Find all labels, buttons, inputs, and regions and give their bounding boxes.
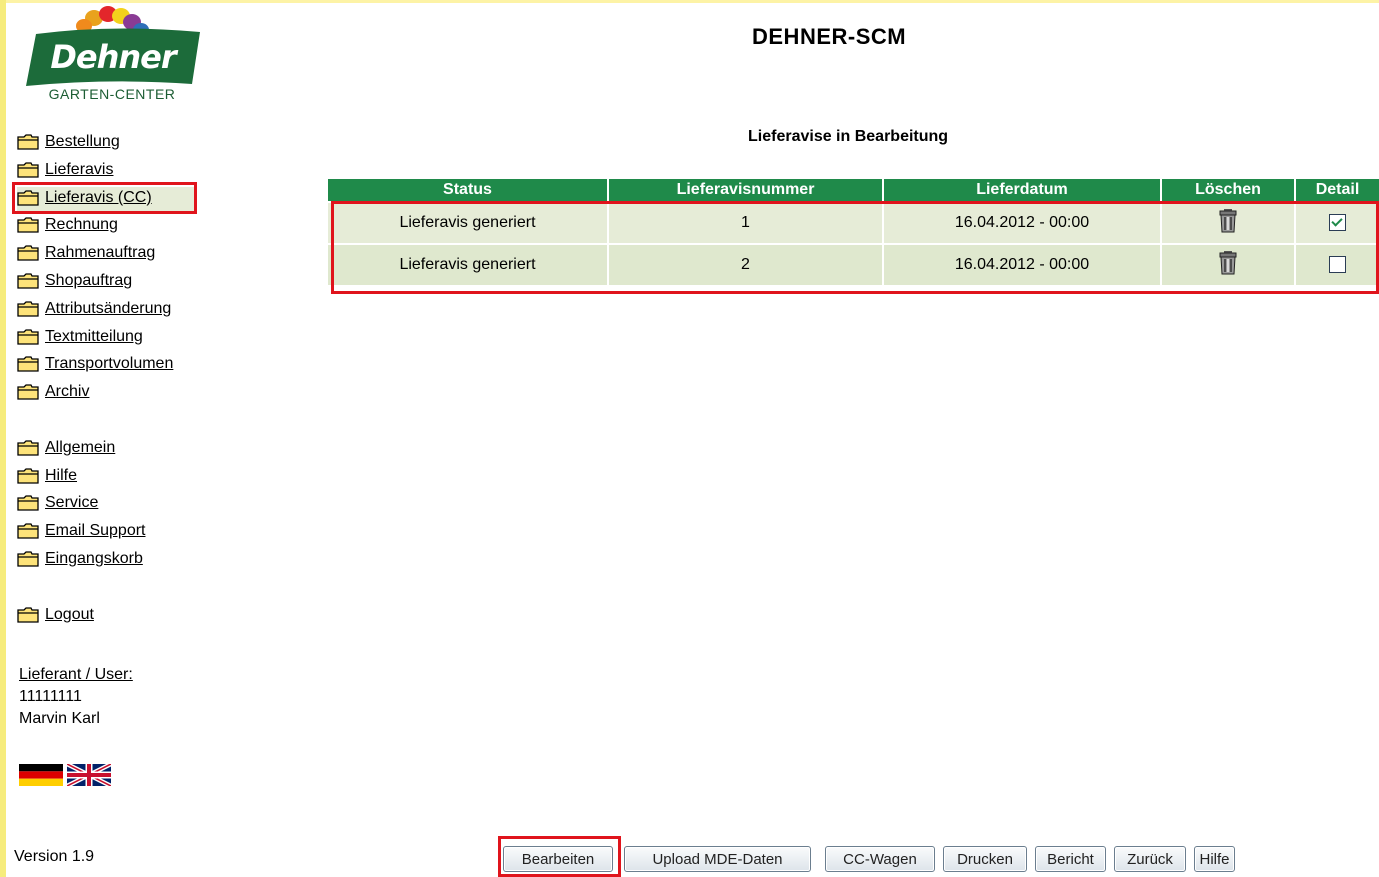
highlight-box-rows	[331, 201, 1379, 294]
sidebar-item-label[interactable]: Lieferavis	[45, 159, 113, 181]
sidebar-item-label[interactable]: Shopauftrag	[45, 270, 132, 292]
cc-wagen-button[interactable]: CC-Wagen	[825, 846, 935, 872]
page-title: DEHNER-SCM	[752, 24, 907, 49]
user-id: 11111111	[19, 688, 82, 705]
column-header-delete: Löschen	[1160, 179, 1295, 202]
sidebar-item-attributsaenderung[interactable]: Attributsänderung	[17, 298, 196, 326]
sidebar-item-textmitteilung[interactable]: Textmitteilung	[17, 326, 196, 354]
column-header-status[interactable]: Status	[328, 179, 608, 202]
sidebar-item-label[interactable]: Attributsänderung	[45, 298, 171, 320]
user-label[interactable]: Lieferant / User:	[19, 664, 133, 686]
folder-icon	[17, 523, 39, 539]
sidebar-item-shopauftrag[interactable]: Shopauftrag	[17, 270, 196, 298]
folder-icon	[17, 217, 39, 234]
sidebar-item-label[interactable]: Hilfe	[45, 465, 77, 487]
folder-icon	[17, 356, 39, 373]
sidebar-item-service[interactable]: Service	[17, 492, 196, 520]
sidebar-item-transportvolumen[interactable]: Transportvolumen	[17, 353, 196, 381]
folder-icon	[17, 440, 39, 456]
folder-icon	[17, 273, 39, 289]
highlight-box-nav	[12, 182, 197, 214]
folder-icon	[17, 162, 39, 178]
column-header-detail: Detail	[1294, 179, 1379, 202]
sidebar-item-archiv[interactable]: Archiv	[17, 381, 196, 409]
section-title: Lieferavise in Bearbeitung	[748, 128, 949, 145]
sidebar-item-label[interactable]: Rahmenauftrag	[45, 242, 155, 264]
print-button[interactable]: Drucken	[943, 846, 1027, 872]
sidebar-item-label[interactable]: Bestellung	[45, 131, 120, 153]
back-button[interactable]: Zurück	[1114, 846, 1186, 872]
table-header-row: Status Lieferavisnummer Lieferdatum Lösc…	[328, 179, 1379, 202]
sidebar-item-label[interactable]: Service	[45, 492, 98, 514]
column-header-date[interactable]: Lieferdatum	[882, 179, 1161, 202]
sidebar-item-label[interactable]: Textmitteilung	[45, 326, 143, 348]
sidebar-item-label[interactable]: Rechnung	[45, 214, 118, 236]
logo-subtitle: GARTEN-CENTER	[48, 86, 176, 102]
folder-icon	[17, 606, 39, 623]
user-name: Marvin Karl	[19, 710, 100, 727]
sidebar-item-email-support[interactable]: Email Support	[17, 520, 196, 548]
folder-icon	[17, 245, 39, 261]
sidebar-item-hilfe[interactable]: Hilfe	[17, 465, 196, 493]
folder-icon	[17, 495, 39, 512]
folder-icon	[17, 467, 39, 484]
sidebar-item-rechnung[interactable]: Rechnung	[17, 214, 196, 242]
user-info: Lieferant / User: 11111111 Marvin Karl	[19, 664, 133, 730]
uk-flag-icon[interactable]	[67, 764, 111, 786]
dehner-logo: Dehner GARTEN-CENTER	[24, 6, 200, 104]
folder-icon	[17, 301, 39, 317]
left-accent-bar	[0, 0, 6, 877]
logo-brand-text: Dehner	[50, 38, 176, 76]
sidebar-item-label[interactable]: Eingangskorb	[45, 548, 143, 570]
folder-icon	[17, 551, 39, 567]
sidebar-item-logout[interactable]: Logout	[17, 604, 196, 632]
german-flag-icon[interactable]	[19, 764, 63, 786]
top-accent-bar	[0, 0, 1379, 3]
version-label: Version 1.9	[14, 848, 95, 865]
language-flags	[19, 764, 111, 786]
folder-icon	[17, 134, 39, 150]
folder-icon	[17, 328, 39, 345]
sidebar-item-label[interactable]: Logout	[45, 604, 94, 626]
sidebar-item-label[interactable]: Archiv	[45, 381, 89, 403]
sidebar-item-rahmenauftrag[interactable]: Rahmenauftrag	[17, 242, 196, 270]
folder-icon	[17, 384, 39, 400]
report-button[interactable]: Bericht	[1035, 846, 1106, 872]
highlight-box-edit-button	[498, 836, 621, 877]
sidebar-item-label[interactable]: Email Support	[45, 520, 146, 542]
sidebar-item-bestellung[interactable]: Bestellung	[17, 131, 196, 159]
help-button[interactable]: Hilfe	[1194, 846, 1235, 872]
sidebar-item-label[interactable]: Transportvolumen	[45, 353, 173, 375]
upload-mde-button[interactable]: Upload MDE-Daten	[624, 846, 811, 872]
sidebar-item-eingangskorb[interactable]: Eingangskorb	[17, 548, 196, 576]
sidebar-item-allgemein[interactable]: Allgemein	[17, 437, 196, 465]
column-header-number[interactable]: Lieferavisnummer	[607, 179, 883, 202]
sidebar-item-label[interactable]: Allgemein	[45, 437, 115, 459]
